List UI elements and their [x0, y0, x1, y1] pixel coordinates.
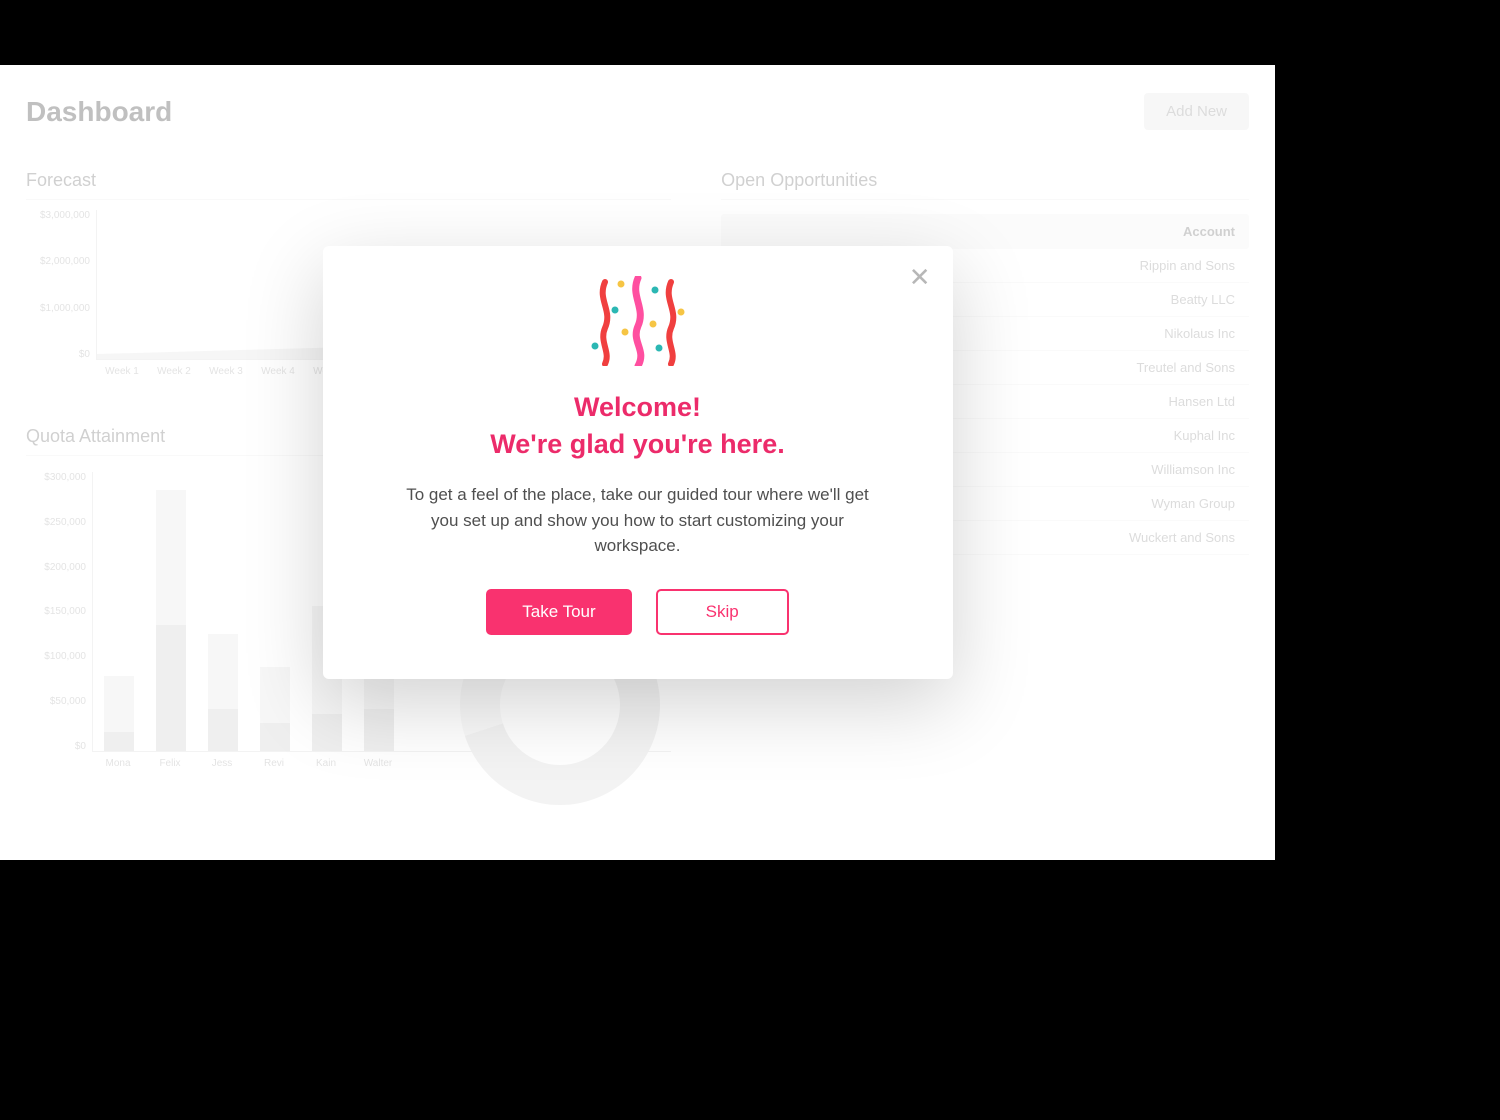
close-icon[interactable]: ✕: [909, 264, 931, 290]
skip-button[interactable]: Skip: [656, 589, 789, 635]
take-tour-button[interactable]: Take Tour: [486, 589, 631, 635]
confetti-icon: [583, 276, 693, 366]
modal-body: To get a feel of the place, take our gui…: [391, 482, 885, 559]
welcome-modal: ✕ Welcome! We're glad you're here. To ge…: [323, 246, 953, 678]
modal-overlay: ✕ Welcome! We're glad you're here. To ge…: [0, 65, 1275, 860]
modal-title: Welcome! We're glad you're here.: [371, 389, 905, 462]
